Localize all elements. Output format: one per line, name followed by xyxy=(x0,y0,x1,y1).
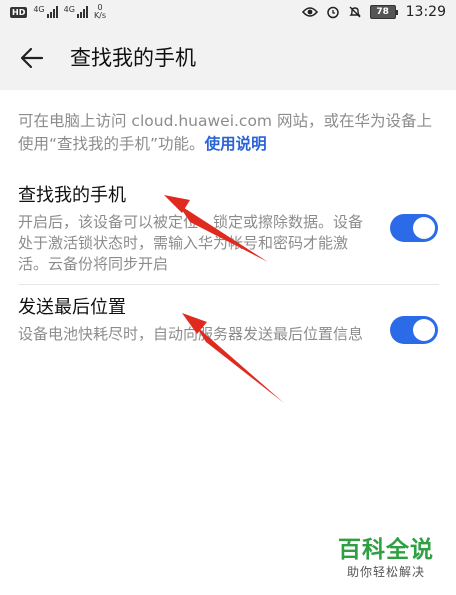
setting-send-last-location: 发送最后位置 设备电池快耗尽时，自动向服务器发送最后位置信息 xyxy=(18,296,438,345)
eye-icon xyxy=(301,7,318,17)
status-time: 13:29 xyxy=(405,4,446,20)
find-my-phone-toggle[interactable] xyxy=(390,214,438,242)
status-bar: HD 4G 4G 0 K/s 78 13:29 xyxy=(0,0,456,26)
setting-description: 设备电池快耗尽时，自动向服务器发送最后位置信息 xyxy=(18,325,364,343)
watermark-title: 百科全说 xyxy=(338,537,434,563)
mute-bell-icon xyxy=(348,6,361,18)
status-bar-right: 78 13:29 xyxy=(301,4,446,20)
send-last-location-toggle[interactable] xyxy=(390,316,438,344)
setting-title: 发送最后位置 xyxy=(18,297,126,318)
network-speed: 0 K/s xyxy=(94,4,106,20)
battery-icon: 78 xyxy=(369,5,398,19)
app-bar: 查找我的手机 xyxy=(0,26,456,90)
battery-level: 78 xyxy=(369,5,396,19)
arrow-left-icon[interactable] xyxy=(18,44,46,72)
toggle-knob xyxy=(413,217,435,239)
intro-text: 可在电脑上访问 cloud.huawei.com 网站，或在华为设备上使用“查找… xyxy=(18,110,438,156)
status-bar-left: HD 4G 4G 0 K/s xyxy=(10,4,106,20)
divider xyxy=(18,284,439,285)
page-title: 查找我的手机 xyxy=(70,46,196,70)
watermark-subtitle: 助你轻松解决 xyxy=(346,565,425,579)
signal-2-icon: 4G xyxy=(64,6,88,18)
sim-1-label: 4G xyxy=(33,5,45,14)
setting-find-my-phone: 查找我的手机 开启后，该设备可以被定位、锁定或擦除数据。设备处于激活锁状态时，需… xyxy=(18,184,438,275)
signal-1-icon: 4G xyxy=(33,5,58,18)
network-speed-unit: K/s xyxy=(93,11,107,20)
setting-description: 开启后，该设备可以被定位、锁定或擦除数据。设备处于激活锁状态时，需输入华为帐号和… xyxy=(18,213,364,273)
hd-badge: HD xyxy=(10,6,28,18)
setting-title: 查找我的手机 xyxy=(18,185,126,206)
toggle-knob xyxy=(413,319,435,341)
sim-2-label: 4G xyxy=(63,5,75,14)
alarm-icon xyxy=(326,6,339,19)
watermark: 百科全说 助你轻松解决 xyxy=(330,536,442,580)
usage-instructions-link[interactable]: 使用说明 xyxy=(205,135,267,153)
